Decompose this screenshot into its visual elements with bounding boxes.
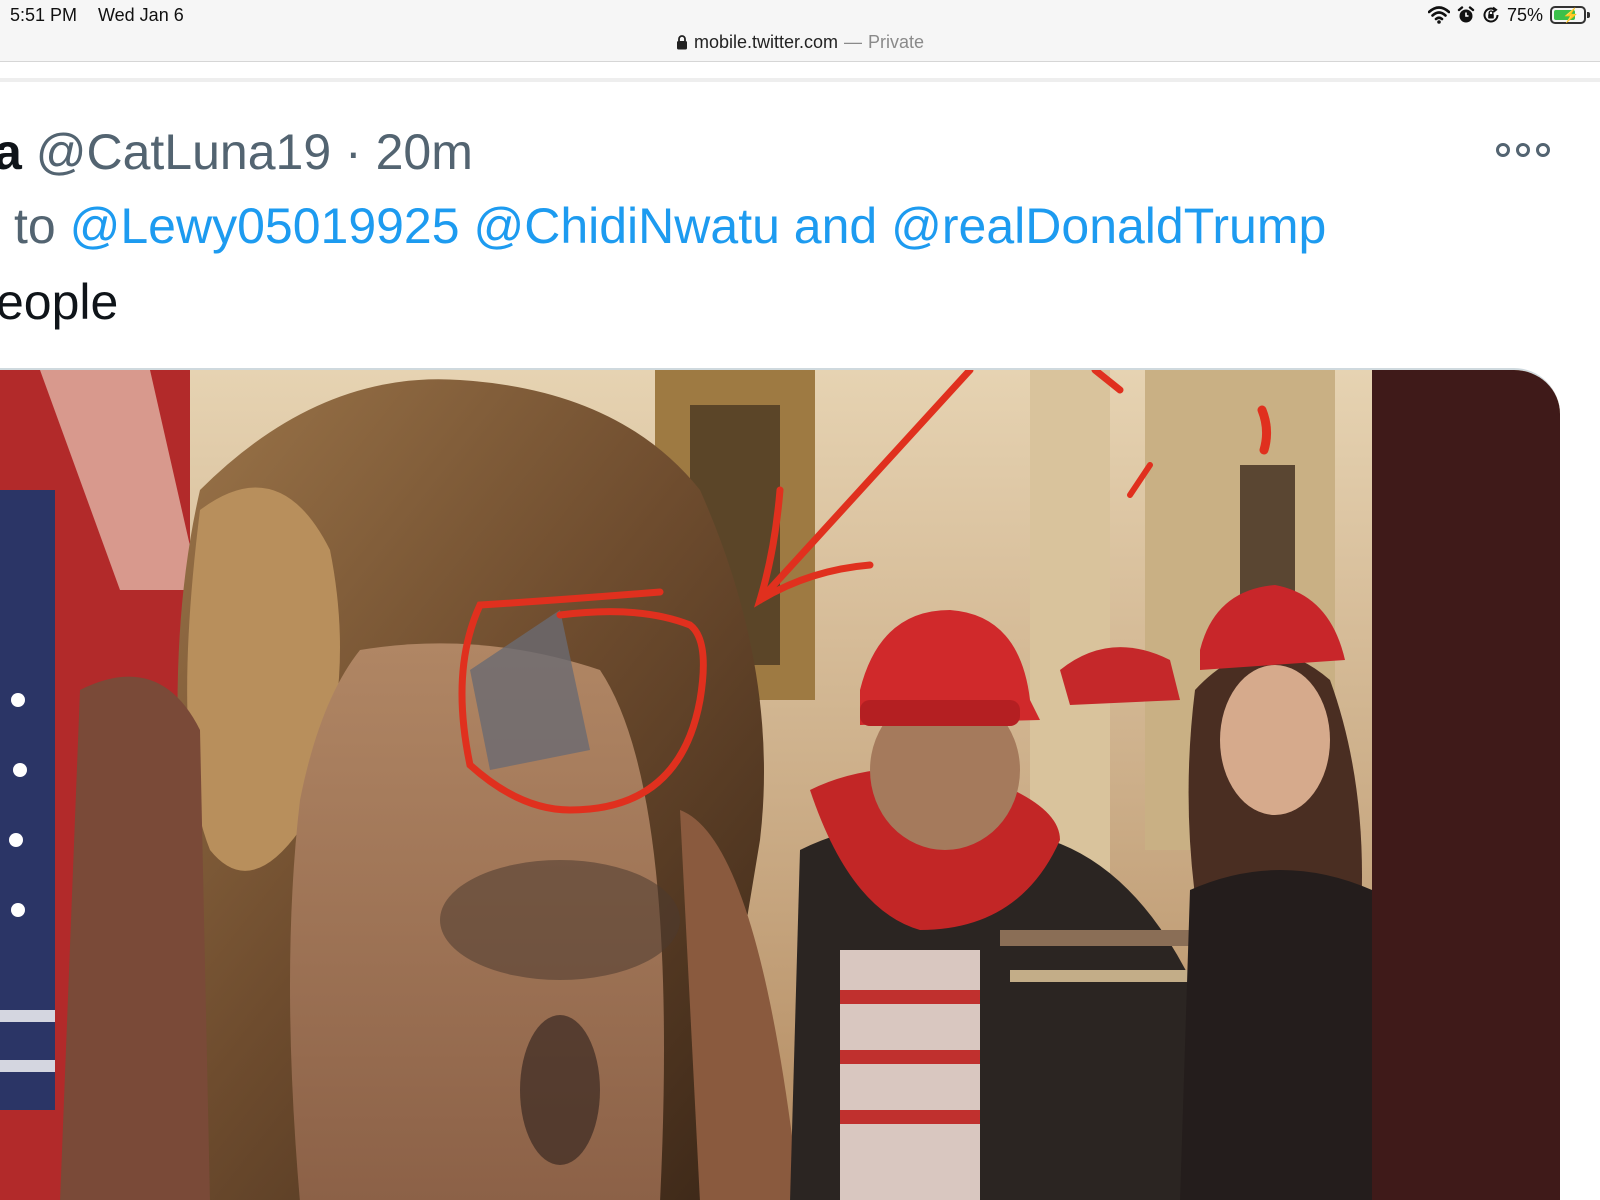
wifi-icon [1427, 6, 1450, 24]
mention-link[interactable]: @Lewy05019925 [70, 198, 460, 254]
battery-nub [1587, 12, 1590, 18]
address-field[interactable]: mobile.twitter.com — Private [0, 32, 1600, 53]
address-bar[interactable]: mobile.twitter.com — Private [0, 30, 1600, 62]
status-bar: 5:51 PM Wed Jan 6 75% ⚡ [0, 0, 1600, 30]
mention-link[interactable]: @ChidiNwatu [473, 198, 779, 254]
charging-bolt-icon: ⚡ [1562, 7, 1580, 23]
more-dot [1536, 143, 1550, 157]
photo-face [1220, 665, 1330, 815]
photo-shirt [840, 950, 980, 1200]
photo-sleeve [60, 676, 210, 1200]
status-time: 5:51 PM [10, 5, 78, 25]
photo-cap-brim [860, 700, 1020, 726]
reply-prefix: to [14, 198, 56, 254]
header-divider [0, 78, 1600, 82]
alarm-icon [1457, 6, 1475, 23]
photo-image [0, 370, 1560, 1200]
replying-to-line: to @Lewy05019925 @ChidiNwatu and @realDo… [14, 194, 1326, 258]
mention-link[interactable]: @realDonaldTrump [891, 198, 1326, 254]
photo-tattoo [520, 1015, 600, 1165]
photo-dark-panel [1372, 370, 1560, 1200]
photo-dark-coat [1180, 870, 1372, 1200]
orientation-lock-icon [1483, 6, 1499, 23]
mention-conjunction: and [793, 198, 878, 254]
address-separator: — [844, 32, 862, 52]
header-dot: · [345, 124, 362, 180]
tweet-timestamp[interactable]: 20m [376, 124, 473, 180]
lock-icon [676, 35, 687, 50]
tweet-photo[interactable] [0, 368, 1560, 1200]
address-url: mobile.twitter.com [693, 32, 838, 52]
status-icons: 75% ⚡ [1427, 4, 1590, 26]
photo-tattoo [440, 860, 680, 980]
battery-icon: ⚡ [1550, 6, 1590, 24]
more-options-icon[interactable] [1496, 138, 1556, 162]
battery-percentage: 75% [1506, 4, 1543, 25]
tweet-header: a @CatLuna19 · 20m [0, 122, 473, 182]
author-name[interactable]: a [0, 124, 22, 180]
author-handle[interactable]: @CatLuna19 [36, 124, 331, 180]
tweet-text: eople [0, 274, 119, 330]
status-date: Wed Jan 6 [98, 5, 184, 25]
more-dot [1496, 143, 1510, 157]
private-mode-label: Private [868, 32, 925, 52]
more-dot [1516, 143, 1530, 157]
annotation-mark [1257, 405, 1272, 455]
